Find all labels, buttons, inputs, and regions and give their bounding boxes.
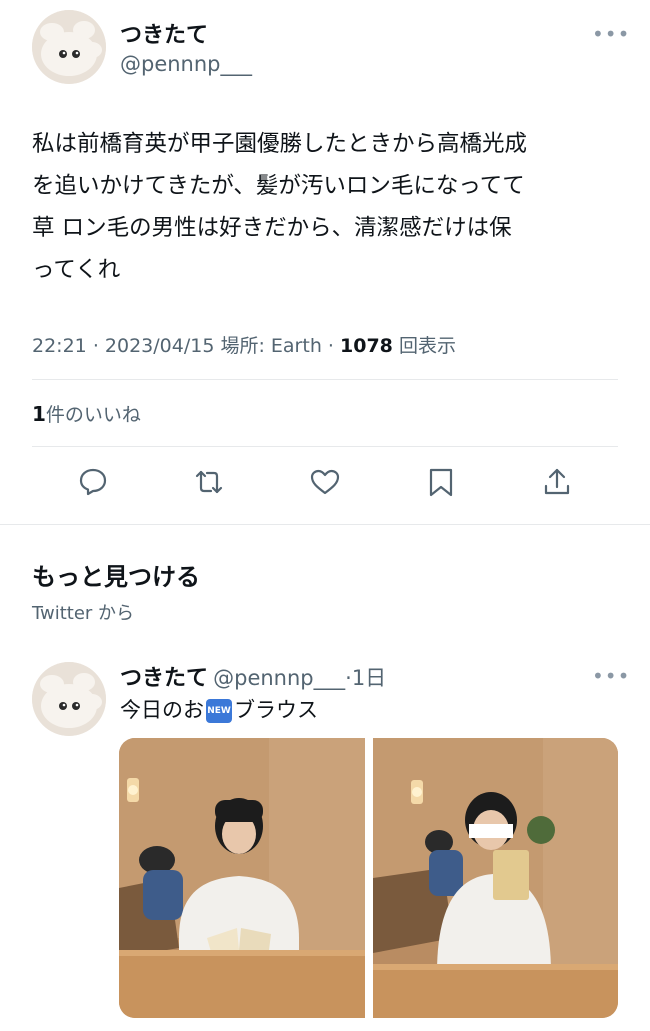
photo-right[interactable] <box>373 738 618 1018</box>
discover-title: もっと見つける <box>32 563 200 591</box>
share-icon[interactable] <box>541 466 573 502</box>
retweet-icon[interactable] <box>192 466 226 502</box>
related-avatar[interactable] <box>32 662 106 736</box>
related-handle[interactable]: @pennnp___ <box>213 666 345 690</box>
tweet-time[interactable]: 22:21 <box>32 335 87 357</box>
tweet-text-line: を追いかけてきたが、髪が汚いロン毛になってて <box>32 173 525 199</box>
tweet-text-line: 私は前橋育英が甲子園優勝したときから高橋光成 <box>32 131 528 157</box>
photo-left[interactable] <box>119 738 365 1018</box>
user-handle[interactable]: @pennnp___ <box>120 52 252 76</box>
tweet-meta: 22:21 · 2023/04/15 場所: Earth · 1078 回表示 <box>32 335 456 357</box>
plush-avatar-image <box>32 10 106 84</box>
likes-count: 1 <box>32 402 46 426</box>
related-header: つきたて @pennnp___·1日 <box>120 666 387 691</box>
reply-icon[interactable] <box>77 466 109 502</box>
like-icon[interactable] <box>309 466 341 502</box>
display-name[interactable]: つきたて <box>120 17 208 49</box>
plush-avatar-image <box>32 662 106 736</box>
divider <box>32 379 618 380</box>
tweet-text-line: ってくれ <box>32 257 121 283</box>
tweet-text-line: 草 ロン毛の男性は好きだから、清潔感だけは保 <box>32 215 512 241</box>
related-text-after: ブラウス <box>234 698 318 722</box>
woman-reading-photo <box>119 738 365 1018</box>
tweet-date[interactable]: 2023/04/15 <box>105 335 215 357</box>
woman-with-book-photo <box>373 738 618 1018</box>
views-label: 回表示 <box>398 335 456 357</box>
related-time[interactable]: 1日 <box>352 666 386 690</box>
likes-summary[interactable]: 1件のいいね <box>32 400 141 427</box>
tweet-text: 私は前橋育英が甲子園優勝したときから高橋光成 を追いかけてきたが、髪が汚いロン毛… <box>32 123 632 291</box>
views-count: 1078 <box>340 335 393 357</box>
related-more-options-icon[interactable]: ••• <box>592 664 630 688</box>
related-tweet-text: 今日のお NEW ブラウス <box>120 694 318 724</box>
more-options-icon[interactable]: ••• <box>592 22 630 46</box>
related-text-before: 今日のお <box>120 698 204 722</box>
action-bar <box>0 462 650 502</box>
avatar[interactable] <box>32 10 106 84</box>
divider <box>32 446 618 447</box>
new-emoji-icon: NEW <box>206 699 232 723</box>
related-display-name[interactable]: つきたて <box>120 666 208 691</box>
tweet-location: 場所: Earth <box>220 335 322 357</box>
section-divider <box>0 524 650 525</box>
discover-source: Twitter から <box>32 603 135 624</box>
bookmark-icon[interactable] <box>426 466 456 502</box>
likes-label: 件のいいね <box>45 404 141 426</box>
